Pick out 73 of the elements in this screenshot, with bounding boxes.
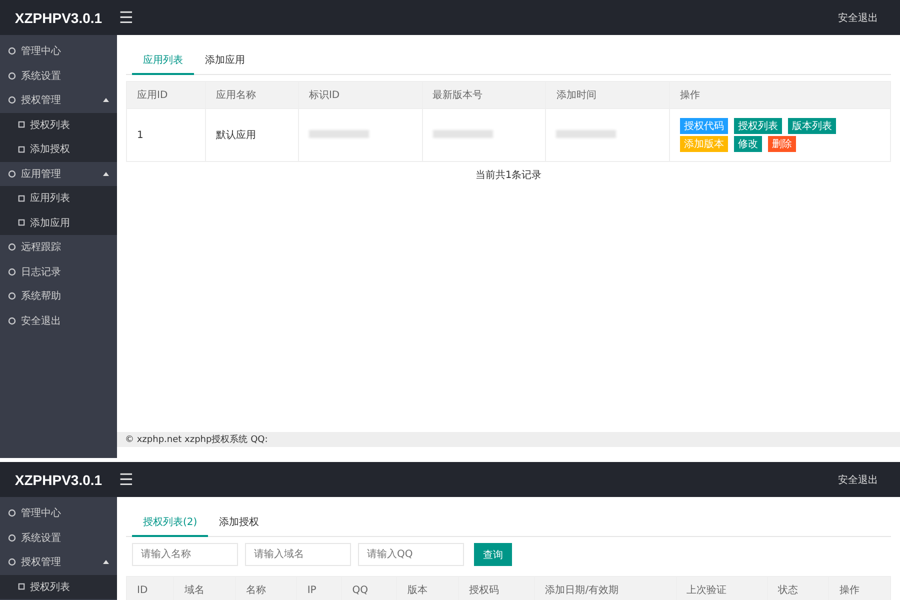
menu-icon[interactable]: ☰ (119, 470, 134, 489)
column-header: QQ (342, 576, 397, 600)
action-button[interactable]: 修改 (734, 136, 762, 152)
record-count: 当前共1条记录 (474, 168, 543, 182)
column-header: 操作 (670, 82, 890, 108)
menu-item-icon (8, 243, 16, 252)
menu-item-icon (8, 558, 16, 566)
logout-link[interactable]: 安全退出 (838, 10, 878, 24)
column-header: 状态 (768, 576, 829, 600)
column-header: ID (126, 576, 174, 600)
tab[interactable]: 应用列表 (132, 47, 194, 75)
logo-text: XZPHPV3.0.1 (14, 472, 104, 488)
action-button[interactable]: 版本列表 (788, 118, 836, 134)
menu-item-icon (18, 121, 25, 128)
sidebar-item[interactable]: 远程跟踪 (0, 235, 117, 260)
menu-icon[interactable]: ☰ (119, 8, 134, 27)
menu-item-icon (8, 292, 16, 300)
column-header: 授权码 (458, 576, 535, 600)
redacted-text (556, 130, 616, 138)
column-header: IP (296, 576, 342, 600)
search-button[interactable]: 查询 (474, 543, 512, 566)
sidebar-subitem[interactable]: 授权列表 (0, 112, 117, 137)
table-cell: 1 (137, 130, 144, 140)
menu-item-icon (8, 316, 16, 325)
menu-item-icon (8, 534, 16, 542)
search-field[interactable]: 请输入QQ (358, 543, 464, 566)
menu-item-icon (18, 583, 25, 590)
tab[interactable]: 添加授权 (208, 509, 270, 536)
column-header: 添加日期/有效期 (534, 576, 676, 600)
search-field[interactable]: 请输入域名 (245, 543, 351, 566)
menu-item-icon (8, 96, 16, 104)
sidebar-item[interactable]: 系统帮助 (0, 284, 117, 308)
menu-item-icon (18, 219, 25, 226)
sidebar-item[interactable]: 授权管理 (0, 550, 117, 574)
sidebar-subitem[interactable]: 授权列表 (0, 574, 117, 599)
menu-item-icon (8, 268, 16, 276)
sidebar-item[interactable]: 安全退出 (0, 308, 117, 333)
table-cell: 默认应用 (216, 130, 256, 141)
column-header: 名称 (235, 576, 297, 600)
column-header: 操作 (828, 576, 890, 600)
column-header: 标识ID (298, 82, 422, 108)
logout-link[interactable]: 安全退出 (838, 472, 878, 486)
sidebar-item[interactable]: 日志记录 (0, 260, 117, 284)
logo-text: XZPHPV3.0.1 (14, 10, 104, 26)
action-button[interactable]: 授权列表 (734, 118, 782, 134)
sidebar-item[interactable]: 系统设置 (0, 526, 117, 550)
menu-item-icon (8, 47, 16, 56)
sidebar-item[interactable]: 授权管理 (0, 88, 117, 112)
sidebar-subitem[interactable]: 添加授权 (0, 137, 117, 162)
column-header: 应用名称 (205, 82, 298, 108)
column-header: 应用ID (126, 82, 206, 108)
menu-item-icon (18, 146, 25, 153)
column-header: 添加时间 (546, 82, 670, 108)
footer-text: © xzphp.net xzphp授权系统 QQ: (125, 434, 268, 446)
menu-item-icon (8, 72, 16, 80)
tab[interactable]: 授权列表(2) (132, 509, 208, 537)
column-header: 上次验证 (676, 576, 768, 600)
column-header: 最新版本号 (422, 82, 546, 108)
sidebar-item[interactable]: 应用管理 (0, 162, 117, 186)
tab[interactable]: 添加应用 (194, 47, 256, 74)
sidebar-item[interactable]: 管理中心 (0, 39, 117, 64)
menu-item-icon (8, 170, 16, 178)
redacted-text (308, 130, 369, 138)
menu-item-icon (18, 194, 25, 202)
menu-item-icon (8, 509, 16, 518)
search-field[interactable]: 请输入名称 (132, 543, 238, 566)
sidebar-item[interactable]: 系统设置 (0, 64, 117, 88)
sidebar-subitem[interactable]: 应用列表 (0, 186, 117, 210)
sidebar-item[interactable]: 管理中心 (0, 501, 117, 526)
sidebar-subitem[interactable]: 添加应用 (0, 210, 117, 235)
column-header: 域名 (174, 576, 236, 600)
column-header: 版本 (396, 576, 458, 600)
redacted-text (432, 130, 493, 138)
